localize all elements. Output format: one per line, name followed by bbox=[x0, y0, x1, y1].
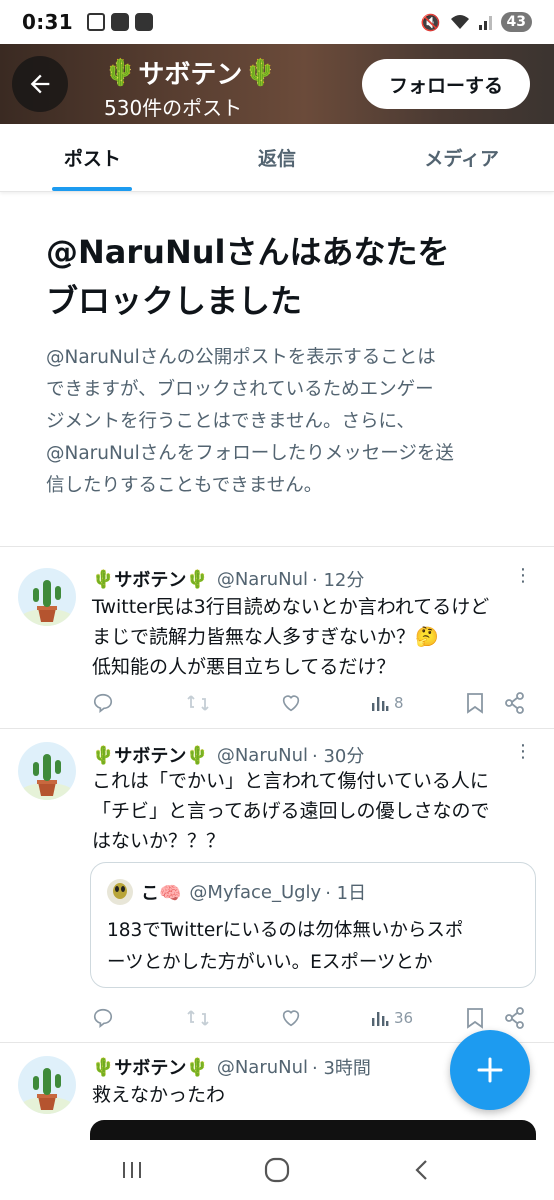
repost-icon[interactable] bbox=[186, 692, 210, 714]
post-time: · 30分 bbox=[312, 746, 365, 767]
post[interactable]: 🌵 サボテン 🌵 @NaruNul · 30分 ⋮ これは「でかい」と言われて傷付い… bbox=[0, 728, 554, 1042]
quoted-post[interactable]: こ🧠 @Myface_Ugly · 1日 183でTwitterにいるのは勿体無… bbox=[90, 862, 536, 988]
quote-header: こ🧠 @Myface_Ugly · 1日 bbox=[107, 879, 366, 905]
status-bar: 0:31 🔇 43 bbox=[0, 0, 554, 44]
avatar[interactable] bbox=[18, 568, 76, 626]
quote-author-handle: @Myface_Ugly bbox=[189, 881, 322, 903]
quote-time: · 1日 bbox=[325, 883, 367, 904]
post-header: 🌵 サボテン 🌵 @NaruNul · 12分 bbox=[92, 566, 364, 592]
cactus-avatar-icon bbox=[21, 580, 73, 626]
wifi-icon bbox=[450, 15, 469, 29]
cactus-emoji-icon: 🌵 bbox=[186, 568, 209, 590]
cactus-emoji-icon: 🌵 bbox=[104, 57, 137, 88]
quote-avatar bbox=[107, 879, 133, 905]
tab-replies[interactable]: 返信 bbox=[185, 124, 370, 191]
quote-text: 183でTwitterにいるのは勿体無いからスポ ーツとかした方がいい。Eスポー… bbox=[107, 920, 464, 973]
tab-media[interactable]: メディア bbox=[369, 124, 554, 191]
author-handle[interactable]: @NaruNul bbox=[217, 1057, 308, 1078]
like-icon[interactable] bbox=[280, 692, 302, 714]
system-navigation-bar bbox=[0, 1140, 554, 1200]
post-header: 🌵 サボテン 🌵 @NaruNul · 3時間 bbox=[92, 1054, 371, 1080]
post-text: Twitter民は3行目読めないとか言われてるけど まじで読解力皆無な人多すぎな… bbox=[92, 596, 490, 678]
plus-icon bbox=[477, 1057, 503, 1083]
profile-name: 🌵 サボテン 🌵 bbox=[104, 54, 277, 91]
views-count: 8 bbox=[394, 694, 404, 712]
post-actions: 8 bbox=[92, 691, 532, 715]
post-header: 🌵 サボテン 🌵 @NaruNul · 30分 bbox=[92, 742, 364, 768]
author-name[interactable]: 🌵 サボテン 🌵 bbox=[92, 1054, 209, 1080]
back-button[interactable] bbox=[12, 56, 68, 112]
post-time: · 3時間 bbox=[312, 1058, 371, 1079]
signal-icon bbox=[478, 16, 492, 30]
arrow-left-icon bbox=[30, 74, 50, 94]
cactus-emoji-icon: 🌵 bbox=[92, 1056, 115, 1078]
post-text: これは「でかい」と言われて傷付いている人に 「チビ」と言ってあげる遠回しの優しさ… bbox=[92, 770, 490, 852]
bookmark-icon[interactable] bbox=[466, 1007, 484, 1029]
status-right: 🔇 43 bbox=[421, 12, 532, 32]
reply-icon[interactable] bbox=[92, 692, 114, 714]
cactus-emoji-icon: 🌵 bbox=[244, 57, 277, 88]
screenshot-icon bbox=[86, 13, 105, 31]
bookmark-icon[interactable] bbox=[466, 692, 484, 714]
cactus-emoji-icon: 🌵 bbox=[92, 568, 115, 590]
avatar[interactable] bbox=[18, 1056, 76, 1114]
cactus-emoji-icon: 🌵 bbox=[92, 744, 115, 766]
post-count: 530件のポスト bbox=[104, 96, 243, 120]
repost-icon[interactable] bbox=[186, 1007, 210, 1029]
author-handle[interactable]: @NaruNul bbox=[217, 745, 308, 766]
cactus-emoji-icon: 🌵 bbox=[186, 744, 209, 766]
cactus-avatar-icon bbox=[21, 1068, 73, 1114]
home-icon[interactable] bbox=[262, 1155, 292, 1185]
blocked-description: @NaruNulさんの公開ポストを表示することは できますが、ブロックされている… bbox=[46, 347, 454, 496]
views-count: 36 bbox=[394, 1009, 414, 1027]
post-media-preview[interactable] bbox=[90, 1120, 536, 1140]
author-name[interactable]: 🌵 サボテン 🌵 bbox=[92, 742, 209, 768]
share-icon[interactable] bbox=[504, 1007, 526, 1029]
like-icon[interactable] bbox=[280, 1007, 302, 1029]
quote-author-name: こ🧠 bbox=[141, 883, 182, 904]
views-icon[interactable]: 8 bbox=[370, 693, 404, 713]
alien-avatar-icon bbox=[113, 883, 127, 899]
cactus-emoji-icon: 🌵 bbox=[186, 1056, 209, 1078]
status-time: 0:31 bbox=[22, 10, 73, 34]
share-icon[interactable] bbox=[504, 692, 526, 714]
reply-icon[interactable] bbox=[92, 1007, 114, 1029]
compose-button[interactable] bbox=[450, 1030, 530, 1110]
cactus-avatar-icon bbox=[21, 754, 73, 800]
author-name[interactable]: 🌵 サボテン 🌵 bbox=[92, 566, 209, 592]
more-options-icon[interactable]: ⋮ bbox=[514, 743, 532, 761]
profile-tabs: ポスト 返信 メディア bbox=[0, 124, 554, 192]
tab-posts[interactable]: ポスト bbox=[0, 124, 185, 191]
author-handle[interactable]: @NaruNul bbox=[217, 569, 308, 590]
back-nav-icon[interactable] bbox=[409, 1157, 435, 1183]
battery-indicator: 43 bbox=[500, 12, 532, 32]
post-time: · 12分 bbox=[312, 570, 365, 591]
more-options-icon[interactable]: ⋮ bbox=[514, 567, 532, 585]
post-actions: 36 bbox=[92, 1006, 532, 1030]
profile-name-text: サボテン bbox=[138, 60, 243, 90]
recent-apps-icon[interactable] bbox=[119, 1157, 145, 1183]
follow-button[interactable]: フォローする bbox=[362, 59, 530, 109]
blocked-notice: @NaruNulさんはあなたを ブロックしました @NaruNulさんの公開ポス… bbox=[46, 228, 516, 502]
mute-icon: 🔇 bbox=[420, 12, 441, 32]
blocked-title: @NaruNulさんはあなたを ブロックしました bbox=[46, 233, 450, 320]
views-icon[interactable]: 36 bbox=[370, 1008, 413, 1028]
app-notification-icon bbox=[110, 13, 129, 31]
avatar[interactable] bbox=[18, 742, 76, 800]
youtube-icon bbox=[134, 13, 153, 31]
post[interactable]: 🌵 サボテン 🌵 @NaruNul · 12分 ⋮ Twitter民は3行目読めない… bbox=[0, 546, 554, 728]
notification-icons bbox=[86, 13, 153, 31]
profile-header: 🌵 サボテン 🌵 530件のポスト フォローする bbox=[0, 44, 554, 124]
